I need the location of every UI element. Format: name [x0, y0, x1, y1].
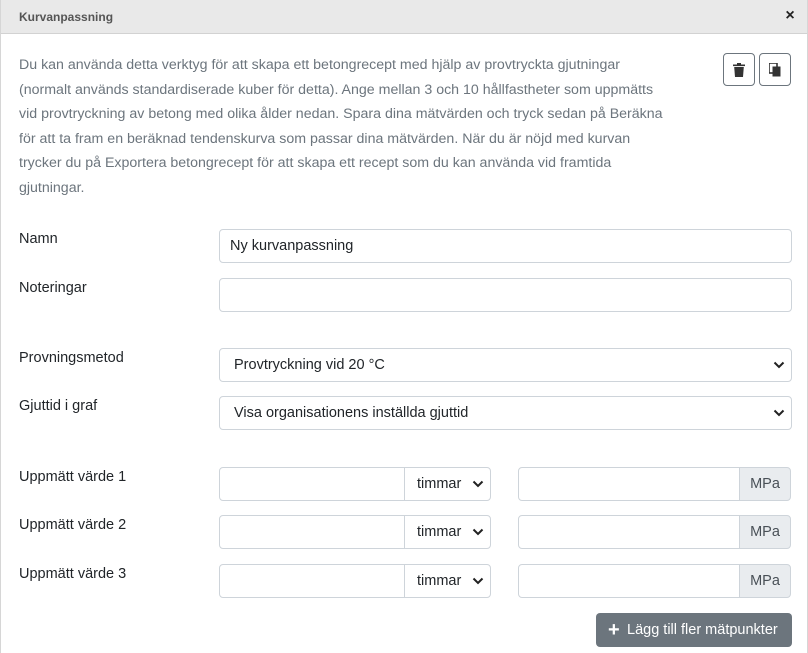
notes-label: Noteringar [19, 280, 87, 296]
time-unit-select[interactable]: timmar [404, 564, 491, 598]
add-measurement-button[interactable]: + Lägg till fler mätpunkter [596, 613, 792, 647]
notes-input[interactable] [219, 278, 792, 312]
casttime-label: Gjuttid i graf [19, 398, 98, 414]
dialog-description: Du kan använda detta verktyg för att ska… [19, 57, 663, 196]
method-selected-value: Provtryckning vid 20 °C [234, 357, 385, 373]
copy-icon [769, 63, 781, 77]
time-unit-value: timmar [417, 573, 462, 589]
casttime-selected-value: Visa organisationens inställda gjuttid [234, 405, 469, 421]
casttime-select[interactable]: Visa organisationens inställda gjuttid [219, 396, 792, 430]
chevron-down-icon [773, 409, 785, 417]
strength-input[interactable] [518, 467, 740, 501]
name-input[interactable] [219, 229, 792, 263]
mpa-unit-label: MPa [739, 467, 791, 501]
chevron-down-icon [472, 480, 484, 488]
curve-fit-dialog: Kurvanpassning × Du kan använda detta ve… [0, 0, 808, 653]
chevron-down-icon [773, 361, 785, 369]
time-unit-value: timmar [417, 476, 462, 492]
time-unit-value: timmar [417, 524, 462, 540]
strength-input[interactable] [518, 564, 740, 598]
trash-icon [733, 63, 745, 77]
time-unit-select[interactable]: timmar [404, 515, 491, 549]
dialog-titlebar: Kurvanpassning × [1, 0, 807, 34]
chevron-down-icon [472, 577, 484, 585]
add-measurement-label: Lägg till fler mätpunkter [627, 622, 778, 638]
time-input[interactable] [219, 564, 405, 598]
time-input[interactable] [219, 515, 405, 549]
method-select[interactable]: Provtryckning vid 20 °C [219, 348, 792, 382]
mpa-unit-label: MPa [739, 515, 791, 549]
measurement-label: Uppmätt värde 3 [19, 566, 127, 582]
name-label: Namn [19, 231, 58, 247]
close-icon[interactable]: × [781, 6, 799, 26]
chevron-down-icon [472, 528, 484, 536]
mpa-unit-label: MPa [739, 564, 791, 598]
time-unit-select[interactable]: timmar [404, 467, 491, 501]
copy-button[interactable] [759, 53, 791, 86]
delete-button[interactable] [723, 53, 755, 86]
dialog-title: Kurvanpassning [19, 10, 114, 24]
strength-input[interactable] [518, 515, 740, 549]
plus-icon: + [608, 619, 620, 641]
time-input[interactable] [219, 467, 405, 501]
method-label: Provningsmetod [19, 350, 124, 366]
measurement-label: Uppmätt värde 2 [19, 517, 127, 533]
measurement-label: Uppmätt värde 1 [19, 469, 127, 485]
